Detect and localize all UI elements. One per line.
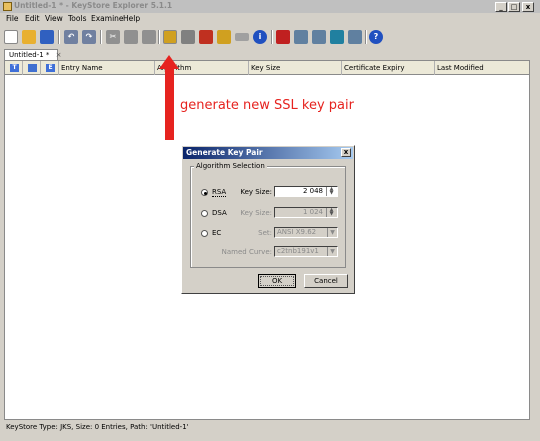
new-keystore-icon[interactable] [4, 30, 18, 44]
entry-type-header[interactable]: T [5, 61, 23, 75]
toolbar-separator [158, 30, 160, 44]
spinner-arrows-icon[interactable]: ▲ ▼ [326, 187, 336, 196]
ec-radio[interactable] [201, 230, 208, 237]
key-status-header[interactable] [23, 61, 41, 75]
annotation-arrow-head [159, 55, 179, 69]
save-icon[interactable] [40, 30, 54, 44]
dsa-label[interactable]: DSA [212, 209, 227, 217]
examine-certificate-icon[interactable] [276, 30, 290, 44]
tab-untitled-1[interactable]: Untitled-1 * × [4, 49, 62, 60]
properties-icon[interactable]: i [253, 30, 267, 44]
ec-set-value: ANSI X9.62 [277, 228, 317, 236]
ec-label[interactable]: EC [212, 229, 221, 237]
rsa-key-size-spinner[interactable]: 2 048 ▲ ▼ [274, 186, 338, 197]
toolbar-separator [365, 30, 367, 44]
toolbar-separator [58, 30, 60, 44]
radio-selected-dot [203, 191, 207, 195]
examine-clipboard-icon[interactable] [330, 30, 344, 44]
examine-file-icon[interactable] [348, 30, 362, 44]
dialog-title: Generate Key Pair [183, 147, 353, 159]
toolbar-separator [100, 30, 102, 44]
close-button[interactable]: x [522, 2, 534, 12]
status-bar: KeyStore Type: JKS, Size: 0 Entries, Pat… [6, 423, 189, 431]
rsa-key-size-label: Key Size: [240, 188, 272, 196]
ec-set-select[interactable]: ANSI X9.62 ▼ [274, 227, 338, 238]
entry-type-icon: T [10, 64, 19, 72]
column-last-modified[interactable]: Last Modified [435, 61, 529, 75]
undo-icon[interactable]: ↶ [64, 30, 78, 44]
menu-edit[interactable]: Edit [25, 14, 40, 23]
help-icon[interactable]: ? [369, 30, 383, 44]
toolbar: ↶ ↷ ✂ i ? [0, 27, 540, 47]
chevron-down-icon[interactable]: ▼ [327, 228, 337, 237]
paste-icon[interactable] [142, 30, 156, 44]
import-key-pair-icon[interactable] [217, 30, 231, 44]
menu-help[interactable]: Help [123, 14, 140, 23]
annotation-text: generate new SSL key pair [180, 98, 354, 113]
named-curve-select[interactable]: c2tnb191v1 ▼ [274, 246, 338, 257]
set-password-icon[interactable] [235, 33, 249, 41]
rsa-radio[interactable] [201, 189, 208, 196]
dsa-key-size-value: 1 024 [302, 208, 323, 216]
named-curve-label: Named Curve: [221, 248, 272, 256]
toolbar-separator [271, 30, 273, 44]
column-entry-name[interactable]: Entry Name [59, 61, 155, 75]
column-certificate-expiry[interactable]: Certificate Expiry [342, 61, 435, 75]
column-key-size[interactable]: Key Size [249, 61, 342, 75]
generate-key-pair-dialog: Generate Key Pair x Algorithm Selection … [181, 145, 355, 294]
menu-tools[interactable]: Tools [68, 14, 86, 23]
dsa-radio[interactable] [201, 210, 208, 217]
window-title: Untitled-1 * - KeyStore Explorer 5.1.1 [14, 1, 173, 10]
generate-key-pair-icon[interactable] [163, 30, 177, 44]
generate-secret-key-icon[interactable] [181, 30, 195, 44]
title-bar: Untitled-1 * - KeyStore Explorer 5.1.1 _… [0, 0, 540, 13]
menu-view[interactable]: View [45, 14, 63, 23]
ok-button[interactable]: OK [258, 274, 296, 288]
examine-crl-icon[interactable] [294, 30, 308, 44]
menu-file[interactable]: File [6, 14, 19, 23]
cancel-button[interactable]: Cancel [304, 274, 348, 288]
table-header: T E Entry Name Algorithm Key Size Certif… [5, 61, 529, 75]
dsa-key-size-label: Key Size: [240, 209, 272, 217]
menu-examine[interactable]: Examine [91, 14, 124, 23]
redo-icon[interactable]: ↷ [82, 30, 96, 44]
expiry-status-header[interactable]: E [41, 61, 59, 75]
app-icon [3, 2, 12, 11]
menu-bar: File Edit View Tools Examine Help [0, 13, 540, 27]
ec-set-label: Set: [258, 229, 272, 237]
named-curve-value: c2tnb191v1 [277, 247, 319, 255]
maximize-button[interactable]: □ [508, 2, 520, 12]
import-trusted-certificate-icon[interactable] [199, 30, 213, 44]
tab-label: Untitled-1 * [9, 51, 50, 59]
tab-close-icon[interactable]: × [56, 51, 62, 59]
minimize-button[interactable]: _ [495, 2, 507, 12]
open-keystore-icon[interactable] [22, 30, 36, 44]
rsa-label[interactable]: RSA [212, 188, 227, 197]
spinner-arrows-icon[interactable]: ▲ ▼ [326, 208, 336, 217]
dialog-close-button[interactable]: x [341, 148, 351, 157]
lock-icon [28, 64, 37, 72]
annotation-arrow [165, 68, 174, 140]
expiry-icon: E [46, 64, 55, 72]
chevron-down-icon[interactable]: ▼ [327, 247, 337, 256]
algorithm-selection-label: Algorithm Selection [194, 162, 267, 170]
dsa-key-size-spinner[interactable]: 1 024 ▲ ▼ [274, 207, 338, 218]
copy-icon[interactable] [124, 30, 138, 44]
rsa-key-size-value: 2 048 [302, 187, 323, 195]
examine-csr-icon[interactable] [312, 30, 326, 44]
cut-icon[interactable]: ✂ [106, 30, 120, 44]
